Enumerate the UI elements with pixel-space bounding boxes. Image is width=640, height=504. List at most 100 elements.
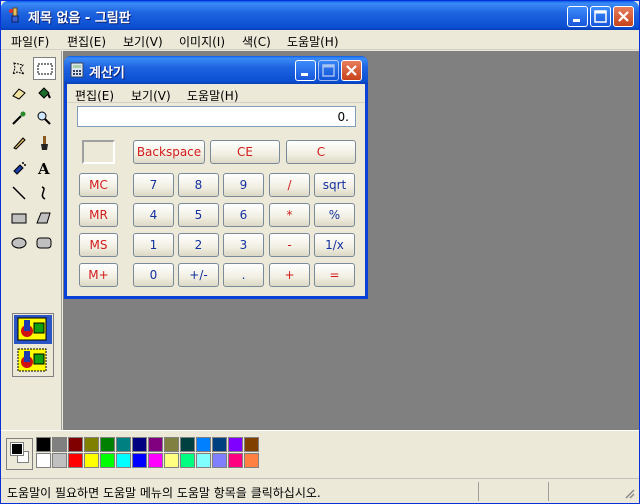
calc-key-button[interactable]: 8 bbox=[178, 173, 219, 197]
line-icon bbox=[12, 186, 26, 200]
opaque-selection-option[interactable] bbox=[14, 315, 52, 344]
calc-key-button[interactable]: / bbox=[269, 173, 310, 197]
calc-key-button[interactable]: 1 bbox=[133, 233, 174, 257]
maximize-button[interactable] bbox=[590, 6, 611, 27]
rect-select-tool[interactable] bbox=[33, 57, 56, 80]
calc-key-button[interactable]: 0 bbox=[133, 263, 174, 287]
calc-key-button[interactable]: = bbox=[314, 263, 355, 287]
airbrush-tool[interactable] bbox=[8, 157, 31, 180]
color-swatch[interactable] bbox=[68, 437, 83, 452]
memory-recall-button[interactable]: MR bbox=[79, 203, 118, 227]
calc-key-button[interactable]: +/- bbox=[178, 263, 219, 287]
free-select-tool[interactable] bbox=[8, 58, 31, 81]
color-swatch[interactable] bbox=[244, 437, 259, 452]
color-swatch[interactable] bbox=[212, 437, 227, 452]
calc-key-button[interactable]: % bbox=[314, 203, 355, 227]
color-swatch[interactable] bbox=[84, 453, 99, 468]
calc-key-button[interactable]: 4 bbox=[133, 203, 174, 227]
calc-key-button[interactable]: 2 bbox=[178, 233, 219, 257]
calc-key-button[interactable]: 6 bbox=[223, 203, 264, 227]
rounded-rect-tool[interactable] bbox=[33, 232, 56, 255]
current-colors[interactable] bbox=[6, 438, 33, 470]
color-swatch[interactable] bbox=[212, 453, 227, 468]
calc-minimize-button[interactable] bbox=[295, 60, 316, 81]
calc-close-button[interactable] bbox=[341, 60, 362, 81]
calc-key-button[interactable]: 3 bbox=[223, 233, 264, 257]
color-swatch[interactable] bbox=[196, 453, 211, 468]
calc-key-button[interactable]: sqrt bbox=[314, 173, 355, 197]
rectangle-tool[interactable] bbox=[8, 207, 31, 230]
color-swatch[interactable] bbox=[116, 453, 131, 468]
memory-indicator bbox=[82, 140, 115, 164]
minimize-icon bbox=[573, 19, 580, 22]
polygon-tool[interactable] bbox=[33, 207, 56, 230]
memory-add-button[interactable]: M+ bbox=[79, 263, 118, 287]
color-swatch[interactable] bbox=[100, 453, 115, 468]
calc-key-button[interactable]: 1/x bbox=[314, 233, 355, 257]
color-swatch[interactable] bbox=[132, 437, 147, 452]
calc-key-button[interactable]: + bbox=[269, 263, 310, 287]
color-swatch[interactable] bbox=[36, 437, 51, 452]
rectangle-icon bbox=[11, 213, 27, 224]
color-swatch[interactable] bbox=[68, 453, 83, 468]
memory-clear-button[interactable]: MC bbox=[79, 173, 118, 197]
calc-key-button[interactable]: 7 bbox=[133, 173, 174, 197]
menu-image[interactable]: 이미지(I) bbox=[179, 33, 225, 50]
fill-tool[interactable] bbox=[33, 82, 56, 105]
calc-menu-help[interactable]: 도움말(H) bbox=[187, 87, 239, 104]
color-swatch[interactable] bbox=[116, 437, 131, 452]
minimize-button[interactable] bbox=[567, 6, 588, 27]
transparent-selection-option[interactable] bbox=[14, 346, 52, 375]
color-swatch[interactable] bbox=[228, 453, 243, 468]
calc-maximize-button bbox=[318, 60, 339, 81]
calc-key-button[interactable]: - bbox=[269, 233, 310, 257]
brush-tool[interactable] bbox=[33, 132, 56, 155]
menu-view[interactable]: 보기(V) bbox=[123, 33, 163, 50]
ellipse-tool[interactable] bbox=[8, 232, 31, 255]
text-icon: A bbox=[37, 160, 50, 176]
color-swatch[interactable] bbox=[84, 437, 99, 452]
clear-entry-button[interactable]: CE bbox=[210, 140, 280, 164]
menu-help[interactable]: 도움말(H) bbox=[287, 33, 339, 50]
color-swatch[interactable] bbox=[52, 453, 67, 468]
magnifier-tool[interactable] bbox=[33, 107, 56, 130]
color-swatch[interactable] bbox=[164, 437, 179, 452]
close-icon bbox=[346, 65, 357, 76]
backspace-button[interactable]: Backspace bbox=[133, 140, 205, 164]
color-swatch[interactable] bbox=[180, 437, 195, 452]
color-swatch[interactable] bbox=[164, 453, 179, 468]
color-swatch[interactable] bbox=[132, 453, 147, 468]
pencil-tool[interactable] bbox=[8, 132, 31, 155]
foreground-color bbox=[10, 442, 24, 456]
calc-menu-edit[interactable]: 편집(E) bbox=[75, 87, 114, 104]
curve-tool[interactable] bbox=[33, 182, 56, 205]
color-swatch[interactable] bbox=[148, 453, 163, 468]
clear-button[interactable]: C bbox=[286, 140, 356, 164]
calc-key-button[interactable]: 5 bbox=[178, 203, 219, 227]
color-swatch[interactable] bbox=[52, 437, 67, 452]
menu-colors[interactable]: 색(C) bbox=[242, 33, 271, 50]
calc-key-button[interactable]: . bbox=[223, 263, 264, 287]
calc-key-button[interactable]: * bbox=[269, 203, 310, 227]
menu-edit[interactable]: 편집(E) bbox=[67, 33, 106, 50]
eraser-tool[interactable] bbox=[8, 82, 31, 105]
calc-title-bar[interactable]: 계산기 bbox=[64, 56, 368, 84]
color-swatch[interactable] bbox=[228, 437, 243, 452]
color-swatch[interactable] bbox=[100, 437, 115, 452]
paint-title-bar[interactable]: 제목 없음 - 그림판 bbox=[1, 1, 639, 30]
calc-key-button[interactable]: 9 bbox=[223, 173, 264, 197]
line-tool[interactable] bbox=[8, 182, 31, 205]
text-tool[interactable]: A bbox=[33, 157, 56, 180]
menu-file[interactable]: 파일(F) bbox=[11, 33, 49, 50]
memory-store-button[interactable]: MS bbox=[79, 233, 118, 257]
color-swatch[interactable] bbox=[244, 453, 259, 468]
color-swatch[interactable] bbox=[148, 437, 163, 452]
calc-menu-view[interactable]: 보기(V) bbox=[131, 87, 171, 104]
color-swatch[interactable] bbox=[196, 437, 211, 452]
color-swatch[interactable] bbox=[180, 453, 195, 468]
resize-grip-icon[interactable] bbox=[623, 487, 635, 499]
tool-options-box bbox=[12, 313, 54, 377]
color-swatch[interactable] bbox=[36, 453, 51, 468]
close-button[interactable] bbox=[613, 6, 634, 27]
color-picker-tool[interactable] bbox=[8, 107, 31, 130]
